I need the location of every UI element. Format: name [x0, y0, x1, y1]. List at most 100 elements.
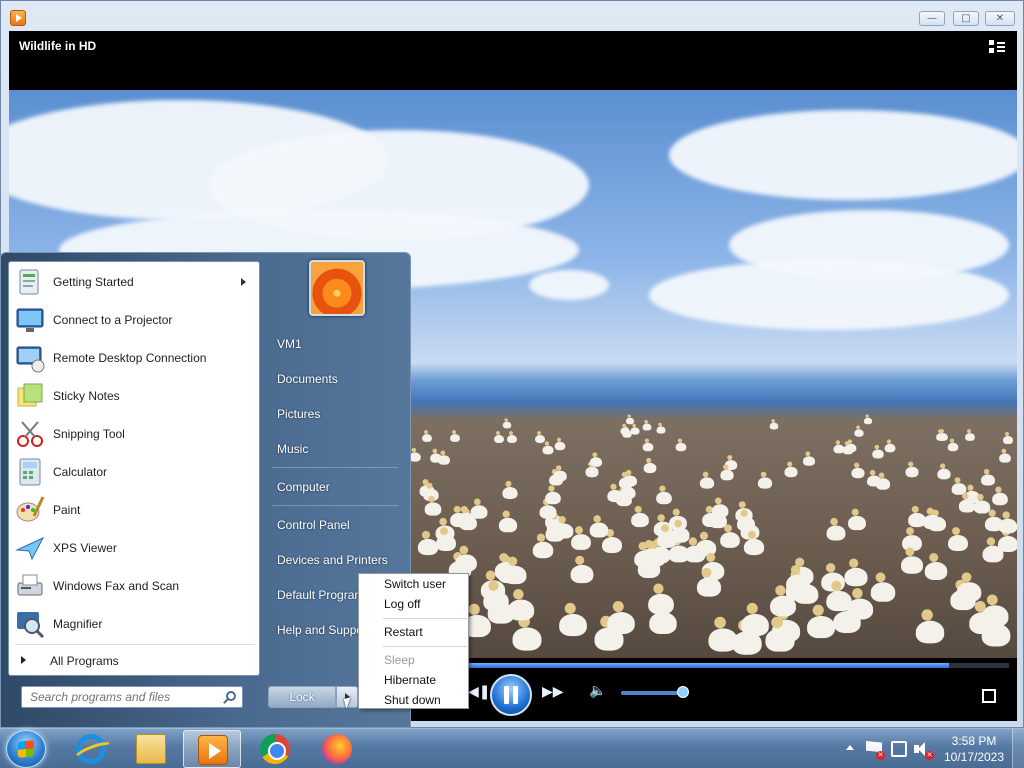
close-button[interactable]: ✕ [985, 11, 1015, 26]
minimize-button[interactable]: — [919, 11, 945, 26]
program-magnifier[interactable]: Magnifier [12, 606, 258, 642]
menu-item-shut-down[interactable]: Shut down [384, 693, 441, 707]
program-calculator[interactable]: Calculator [12, 454, 258, 490]
next-icon[interactable]: ▶▶ [542, 684, 564, 700]
program-label: Connect to a Projector [53, 313, 173, 327]
program-label: XPS Viewer [53, 541, 117, 555]
program-label: Sticky Notes [53, 389, 120, 403]
gannet [618, 471, 633, 489]
volume-icon[interactable]: 🔈 [589, 683, 606, 699]
menu-item-restart[interactable]: Restart [384, 625, 423, 639]
start-link-music[interactable]: Music [277, 442, 308, 456]
program-connect-projector[interactable]: Connect to a Projector [12, 302, 258, 338]
speaker-muted-icon: ✕ [925, 751, 934, 760]
gannet [806, 605, 835, 639]
calculator-icon [19, 458, 41, 486]
fax-scan-icon [17, 574, 43, 596]
program-snipping-tool[interactable]: Snipping Tool [12, 416, 258, 452]
all-programs-label: All Programs [50, 654, 119, 668]
gannet [493, 431, 504, 443]
start-link-documents[interactable]: Documents [277, 372, 338, 386]
program-remote-desktop[interactable]: Remote Desktop Connection [12, 340, 258, 376]
magnifier-icon [17, 612, 45, 639]
network-icon[interactable] [891, 741, 907, 757]
gannet [969, 600, 997, 634]
volume-slider-thumb[interactable] [677, 686, 689, 698]
system-clock[interactable]: 3:58 PM 10/17/2023 [938, 733, 1010, 765]
gannet [571, 555, 594, 583]
menu-item-switch-user[interactable]: Switch user [384, 577, 446, 591]
start-link-default-programs[interactable]: Default Programs [277, 588, 370, 602]
gannet [844, 558, 868, 586]
gannet [606, 601, 635, 635]
search-input[interactable] [22, 687, 218, 707]
video-title: Wildlife in HD [19, 39, 97, 53]
gannet [737, 509, 755, 532]
taskbar-windows-explorer[interactable] [122, 730, 180, 768]
start-link-pictures[interactable]: Pictures [277, 407, 320, 421]
gannet [758, 471, 773, 489]
gannet [503, 556, 527, 584]
gannet [1003, 431, 1014, 444]
gannet [643, 458, 657, 474]
firefox-icon [322, 734, 352, 764]
gannet [916, 609, 945, 644]
paint-icon [16, 496, 45, 522]
gannet [937, 428, 948, 441]
gannet [430, 448, 443, 463]
maximize-button[interactable]: □ [953, 11, 979, 26]
program-sticky-notes[interactable]: Sticky Notes [12, 378, 258, 414]
media-player-icon [198, 735, 228, 765]
taskbar-firefox[interactable] [308, 730, 366, 768]
program-fax-scan[interactable]: Windows Fax and Scan [12, 568, 258, 604]
gannet [884, 439, 896, 453]
pause-button[interactable] [490, 674, 532, 716]
gannet [642, 438, 654, 452]
gannet [512, 615, 542, 651]
all-programs-button[interactable]: All Programs [17, 648, 257, 672]
lock-button[interactable]: Lock [268, 686, 336, 708]
gannet [871, 572, 896, 602]
submenu-arrow-icon [241, 278, 246, 286]
clock-time: 3:58 PM [951, 734, 997, 748]
previous-icon[interactable]: ◀❚ [468, 684, 491, 700]
taskbar-internet-explorer[interactable] [62, 730, 120, 768]
menu-item-sleep: Sleep [384, 653, 415, 667]
start-link-user[interactable]: VM1 [277, 337, 302, 351]
fullscreen-icon[interactable] [982, 689, 996, 703]
program-paint[interactable]: Paint [12, 492, 258, 528]
gannet [973, 493, 990, 514]
show-desktop-button[interactable] [1012, 729, 1024, 768]
search-box[interactable] [21, 686, 243, 708]
taskbar-media-player[interactable] [183, 730, 241, 768]
action-center-error-icon: ✕ [876, 751, 885, 760]
start-link-control-panel[interactable]: Control Panel [277, 518, 350, 532]
switch-to-library-icon[interactable] [989, 40, 1005, 54]
title-bar[interactable]: — □ ✕ [1, 1, 1023, 31]
gannet [532, 533, 554, 559]
gannet [863, 414, 872, 425]
gannet [802, 451, 815, 467]
show-hidden-icons-icon[interactable] [846, 745, 854, 750]
program-xps-viewer[interactable]: XPS Viewer [12, 530, 258, 566]
start-button[interactable] [6, 730, 46, 768]
gannet [999, 448, 1012, 463]
taskbar-chrome[interactable] [246, 730, 304, 768]
gannet [769, 585, 796, 617]
search-icon[interactable] [226, 691, 236, 701]
start-link-help-support[interactable]: Help and Support [277, 623, 370, 637]
start-link-computer[interactable]: Computer [277, 480, 330, 494]
program-getting-started[interactable]: Getting Started [12, 264, 258, 300]
gannet [456, 506, 475, 528]
start-link-devices-printers[interactable]: Devices and Printers [277, 553, 388, 567]
program-label: Remote Desktop Connection [53, 351, 207, 365]
gannet [602, 528, 623, 553]
remote-desktop-icon [16, 346, 45, 373]
menu-item-hibernate[interactable]: Hibernate [384, 673, 436, 687]
gannet [631, 505, 650, 528]
gannet [867, 470, 881, 487]
user-picture[interactable] [309, 260, 365, 316]
menu-item-log-off[interactable]: Log off [384, 597, 420, 611]
gannet [555, 437, 566, 450]
gannet [851, 462, 865, 478]
